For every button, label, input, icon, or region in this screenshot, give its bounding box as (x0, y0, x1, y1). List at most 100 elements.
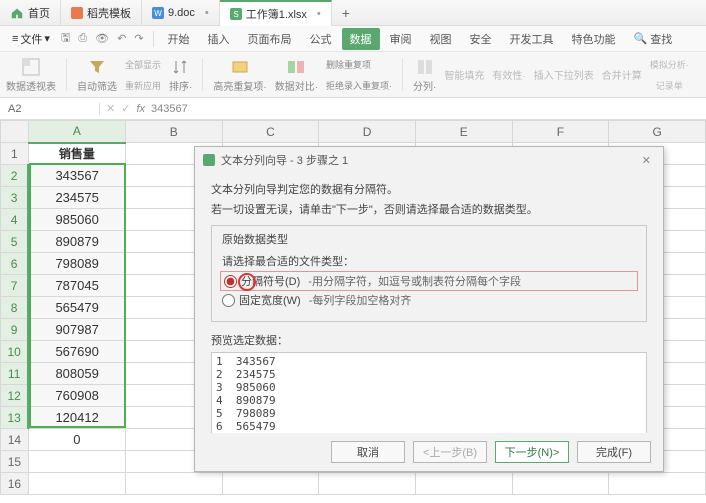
mtab-data[interactable]: 数据 (342, 28, 380, 50)
mtab-layout[interactable]: 页面布局 (240, 28, 300, 50)
cell[interactable] (415, 473, 512, 495)
mtab-dev[interactable]: 开发工具 (502, 28, 562, 50)
cell[interactable]: 890879 (28, 231, 125, 253)
row-header[interactable]: 6 (1, 253, 29, 275)
ribbon-hldup[interactable]: 高亮重复项· (213, 54, 266, 95)
dialog-line2: 若一切设置无误，请单击"下一步"，否则请选择最合适的数据类型。 (211, 201, 647, 217)
cell[interactable]: 787045 (28, 275, 125, 297)
print-icon[interactable]: ⎙ (75, 32, 90, 45)
fx-confirm-icon[interactable]: ✓ (121, 102, 130, 115)
finish-button[interactable]: 完成(F) (577, 441, 651, 463)
preview-box[interactable]: 1 343567 2 234575 3 985060 4 890879 5 79… (211, 352, 647, 433)
file-menu[interactable]: ≡ 文件 ▾ (6, 29, 56, 49)
cell[interactable]: 808059 (28, 363, 125, 385)
row-header[interactable]: 10 (1, 341, 29, 363)
ribbon-sort[interactable]: 排序· (169, 54, 192, 95)
ribbon-filter-opts[interactable]: 全部显示重新应用 (125, 54, 161, 95)
col-header[interactable]: A (28, 121, 125, 143)
ribbon-autofilter[interactable]: 自动筛选 (77, 54, 117, 95)
cell[interactable]: 120412 (28, 407, 125, 429)
new-tab-button[interactable]: + (332, 5, 360, 21)
radio-delimited-input[interactable] (224, 275, 237, 288)
radio-fixedwidth[interactable]: 固定宽度(W) -每列字段加空格对齐 (222, 292, 636, 308)
select-all-corner[interactable] (1, 121, 29, 143)
col-header[interactable]: E (415, 121, 512, 143)
cell[interactable] (222, 473, 319, 495)
radio-fixedwidth-input[interactable] (222, 294, 235, 307)
row-header[interactable]: 16 (1, 473, 29, 495)
row-header[interactable]: 11 (1, 363, 29, 385)
row-header[interactable]: 2 (1, 165, 29, 187)
cell[interactable] (319, 473, 416, 495)
next-button[interactable]: 下一步(N)> (495, 441, 569, 463)
ribbon-fill[interactable]: 智能填充 (444, 54, 484, 95)
ribbon-valid[interactable]: 有效性· (492, 54, 525, 95)
cell[interactable]: 760908 (28, 385, 125, 407)
col-header[interactable]: D (319, 121, 416, 143)
tab-template[interactable]: 稻壳模板 (61, 0, 142, 26)
col-header[interactable]: F (512, 121, 609, 143)
row-header[interactable]: 15 (1, 451, 29, 473)
cell[interactable]: 907987 (28, 319, 125, 341)
close-icon[interactable]: • (205, 7, 209, 19)
row-header[interactable]: 3 (1, 187, 29, 209)
ribbon-extra[interactable]: 模拟分析·记录单 (650, 54, 689, 95)
row-header[interactable]: 5 (1, 231, 29, 253)
search-menu[interactable]: 🔍 查找 (626, 28, 681, 50)
mtab-view[interactable]: 视图 (422, 28, 460, 50)
save-icon[interactable]: 🖫 (58, 29, 73, 48)
tab-home[interactable]: 首页 (0, 0, 61, 26)
cell[interactable] (28, 451, 125, 473)
close-icon[interactable]: • (317, 8, 321, 20)
ribbon-datacmp[interactable]: 数据对比· (275, 54, 318, 95)
col-header[interactable]: G (609, 121, 706, 143)
cell[interactable] (609, 473, 706, 495)
row-header[interactable]: 1 (1, 143, 29, 165)
fx-cancel-icon[interactable]: ✕ (106, 102, 115, 115)
fx-icon[interactable]: fx (136, 103, 145, 115)
col-header[interactable]: C (222, 121, 319, 143)
cancel-button[interactable]: 取消 (331, 441, 405, 463)
ribbon-pivot[interactable]: 数据透视表 (6, 54, 56, 95)
row-header[interactable]: 9 (1, 319, 29, 341)
cell[interactable]: 798089 (28, 253, 125, 275)
preview-icon[interactable]: 👁 (92, 32, 112, 45)
col-header[interactable]: B (125, 121, 222, 143)
cell[interactable] (28, 473, 125, 495)
mtab-special[interactable]: 特色功能 (564, 28, 624, 50)
formula-input[interactable]: 343567 (151, 103, 188, 115)
row-header[interactable]: 13 (1, 407, 29, 429)
cell[interactable]: 985060 (28, 209, 125, 231)
cell[interactable]: 销售量 (28, 143, 125, 165)
radio-delimited-desc: -用分隔字符，如逗号或制表符分隔每个字段 (308, 273, 521, 289)
cell[interactable]: 567690 (28, 341, 125, 363)
cell[interactable]: 343567 (28, 165, 125, 187)
cell[interactable]: 0 (28, 429, 125, 451)
cell[interactable]: 234575 (28, 187, 125, 209)
ribbon-split[interactable]: 分列· (413, 54, 436, 95)
mtab-insert[interactable]: 插入 (200, 28, 238, 50)
mtab-start[interactable]: 开始 (160, 28, 198, 50)
ribbon-dup-opts[interactable]: 删除重复项拒绝录入重复项· (326, 54, 392, 95)
row-header[interactable]: 8 (1, 297, 29, 319)
row-header[interactable]: 14 (1, 429, 29, 451)
row-header[interactable]: 4 (1, 209, 29, 231)
undo-icon[interactable]: ↶ (114, 32, 129, 45)
mtab-security[interactable]: 安全 (462, 28, 500, 50)
radio-delimited[interactable]: 分隔符号(D) -用分隔字符，如逗号或制表符分隔每个字段 (222, 273, 636, 289)
cell[interactable]: 565479 (28, 297, 125, 319)
cell[interactable] (125, 473, 222, 495)
ribbon-consol[interactable]: 合并计算 (602, 54, 642, 95)
dialog-titlebar[interactable]: 文本分列向导 - 3 步骤之 1 ✕ (195, 147, 663, 173)
cell[interactable] (512, 473, 609, 495)
close-icon[interactable]: ✕ (638, 154, 655, 167)
mtab-review[interactable]: 审阅 (382, 28, 420, 50)
ribbon-insdrop[interactable]: 插入下拉列表 (534, 54, 594, 95)
row-header[interactable]: 12 (1, 385, 29, 407)
name-box[interactable]: A2 (0, 103, 100, 115)
row-header[interactable]: 7 (1, 275, 29, 297)
tab-doc[interactable]: W 9.doc • (142, 0, 220, 26)
mtab-formula[interactable]: 公式 (302, 28, 340, 50)
tab-xlsx[interactable]: S 工作簿1.xlsx • (220, 0, 332, 26)
redo-icon[interactable]: ↷ (131, 32, 146, 45)
